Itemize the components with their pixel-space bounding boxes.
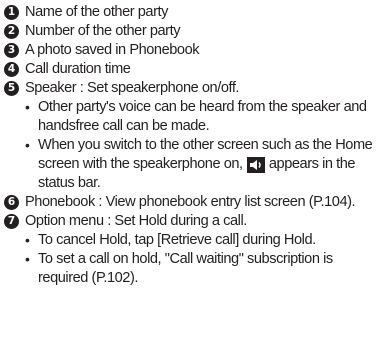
list-item-duration: 4 Call duration time [0, 60, 383, 79]
bullet-item: • Other party's voice can be heard from … [0, 98, 383, 136]
item-text: Option menu : Set Hold during a call. [25, 213, 247, 229]
list-item-speaker: 5 Speaker : Set speakerphone on/off. [0, 79, 383, 98]
bullet-item: • When you switch to the other screen su… [0, 136, 383, 193]
bullet-item: • To set a call on hold, "Call waiting" … [0, 250, 383, 288]
bullet-text: Other party's voice can be heard from th… [38, 99, 367, 134]
list-item-number: 2 Number of the other party [0, 22, 383, 41]
bullet-dot: • [25, 251, 30, 267]
number-badge: 1 [4, 5, 19, 20]
speaker-icon [247, 157, 266, 173]
list-item-name: 1 Name of the other party [0, 3, 383, 22]
number-badge: 4 [4, 62, 19, 77]
item-text: A photo saved in Phonebook [25, 42, 200, 58]
list-item-phonebook: 6 Phonebook : View phonebook entry list … [0, 193, 383, 212]
bullet-text: To cancel Hold, tap [Retrieve call] duri… [38, 232, 316, 248]
bullet-text: To set a call on hold, "Call waiting" su… [38, 251, 333, 286]
number-badge: 5 [4, 81, 19, 96]
list-item-option-menu: 7 Option menu : Set Hold during a call. [0, 212, 383, 231]
bullet-dot: • [25, 99, 30, 115]
number-badge: 2 [4, 24, 19, 39]
speaker-bullet-list: • Other party's voice can be heard from … [0, 98, 383, 193]
list-item-photo: 3 A photo saved in Phonebook [0, 41, 383, 60]
number-badge: 6 [4, 195, 19, 210]
option-bullet-list: • To cancel Hold, tap [Retrieve call] du… [0, 231, 383, 288]
number-badge: 3 [4, 43, 19, 58]
manual-page: 1 Name of the other party 2 Number of th… [0, 0, 383, 343]
item-text: Call duration time [25, 61, 131, 77]
item-text: Speaker : Set speakerphone on/off. [25, 80, 240, 96]
item-text: Name of the other party [25, 4, 168, 20]
item-text: Number of the other party [25, 23, 181, 39]
bullet-dot: • [25, 232, 30, 248]
bullet-dot: • [25, 137, 30, 153]
number-badge: 7 [4, 214, 19, 229]
item-text: Phonebook : View phonebook entry list sc… [25, 194, 356, 210]
bullet-text: When you switch to the other screen such… [38, 136, 377, 193]
bullet-item: • To cancel Hold, tap [Retrieve call] du… [0, 231, 383, 250]
